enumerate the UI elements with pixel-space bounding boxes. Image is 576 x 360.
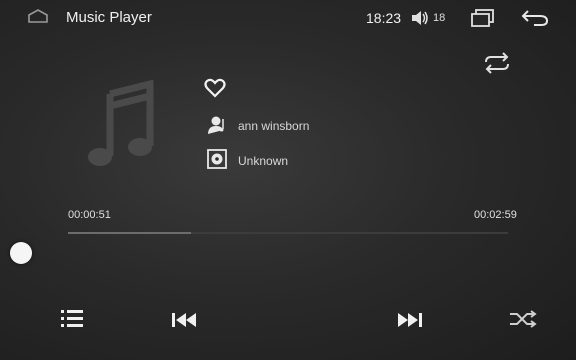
app-title: Music Player [66,9,152,26]
playlist-icon[interactable] [60,308,84,330]
floating-assistive-button[interactable] [10,242,32,264]
volume-level: 18 [433,12,446,24]
volume-icon[interactable] [410,10,430,26]
album-name: Unknown [238,154,289,168]
artist-name: ann winsborn [238,119,310,133]
music-player-screen: Music Player 18:23 18 ann winsborn Unkno… [0,0,576,360]
back-icon[interactable] [520,8,550,28]
music-note-icon [88,80,154,166]
shuffle-icon[interactable] [508,308,538,330]
artist-icon [206,115,228,135]
status-bar: Music Player 18:23 18 [0,0,576,36]
progress-fill [68,232,192,234]
total-time: 00:02:59 [474,209,517,221]
current-time: 00:00:51 [68,209,111,221]
progress-bar[interactable] [68,232,508,234]
previous-track-icon[interactable] [170,311,198,329]
recent-apps-icon[interactable] [470,8,496,28]
home-icon[interactable] [26,8,50,24]
album-art [84,80,160,172]
heart-icon[interactable] [204,78,226,98]
next-track-icon[interactable] [396,311,424,329]
status-clock: 18:23 [366,10,402,26]
album-icon [206,149,228,169]
repeat-icon[interactable] [482,52,512,74]
